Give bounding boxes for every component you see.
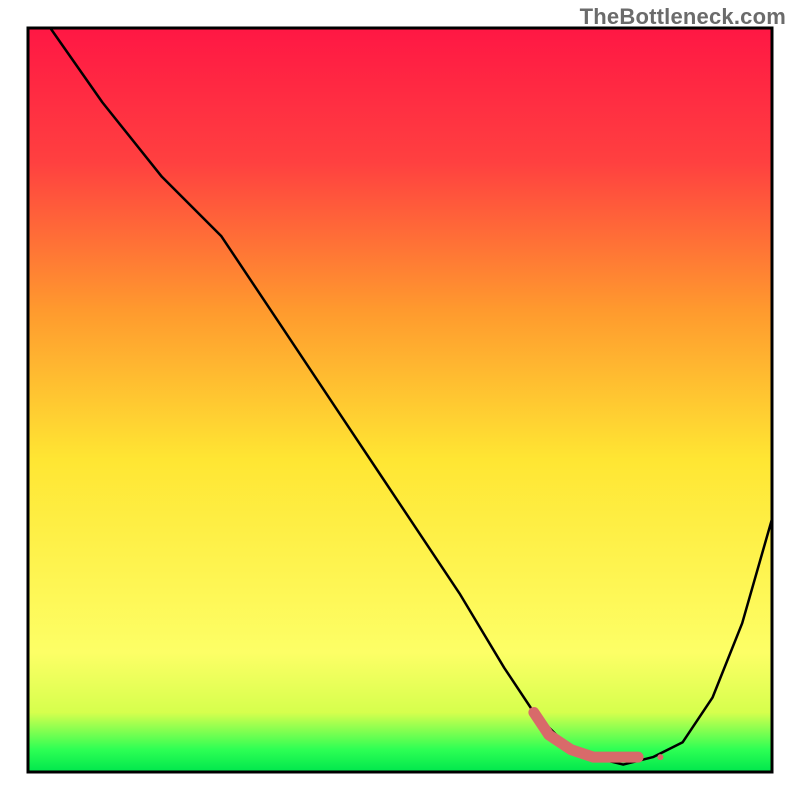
bottleneck-chart — [0, 0, 800, 800]
optimal-dot — [634, 753, 642, 761]
chart-container: TheBottleneck.com — [0, 0, 800, 800]
watermark-text: TheBottleneck.com — [580, 4, 786, 30]
optimal-dot — [603, 752, 613, 762]
optimal-dot — [657, 754, 663, 760]
plot-area — [28, 28, 772, 772]
